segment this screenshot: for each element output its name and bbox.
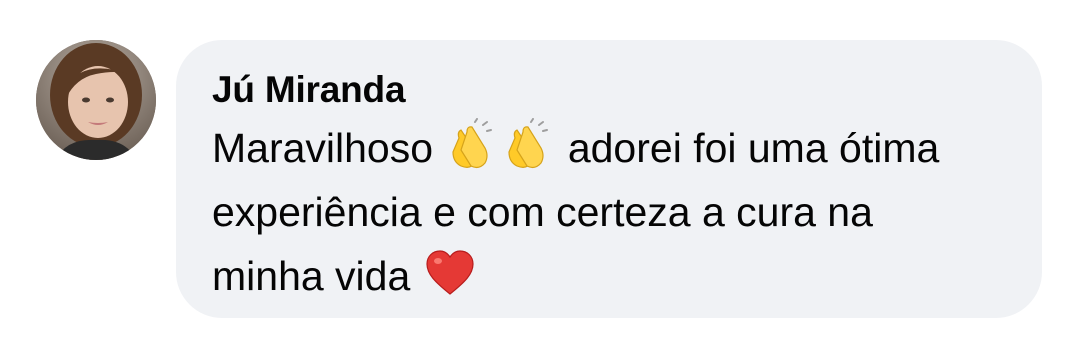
comment-text-part1: Maravilhoso: [212, 125, 445, 171]
clapping-hands-icon: [508, 118, 549, 169]
red-heart-icon: [426, 250, 474, 295]
user-avatar-photo-icon: [36, 40, 156, 160]
avatar[interactable]: [36, 40, 156, 160]
comment-author[interactable]: Jú Miranda: [212, 68, 1012, 112]
clapping-hands-icon: [452, 118, 493, 169]
comment-bubble: Jú Miranda Maravilhoso adorei foi uma ót…: [176, 40, 1042, 318]
comment-text: Maravilhoso adorei foi uma ótima experiê…: [212, 116, 972, 308]
comment: Jú Miranda Maravilhoso adorei foi uma ót…: [0, 0, 1080, 340]
